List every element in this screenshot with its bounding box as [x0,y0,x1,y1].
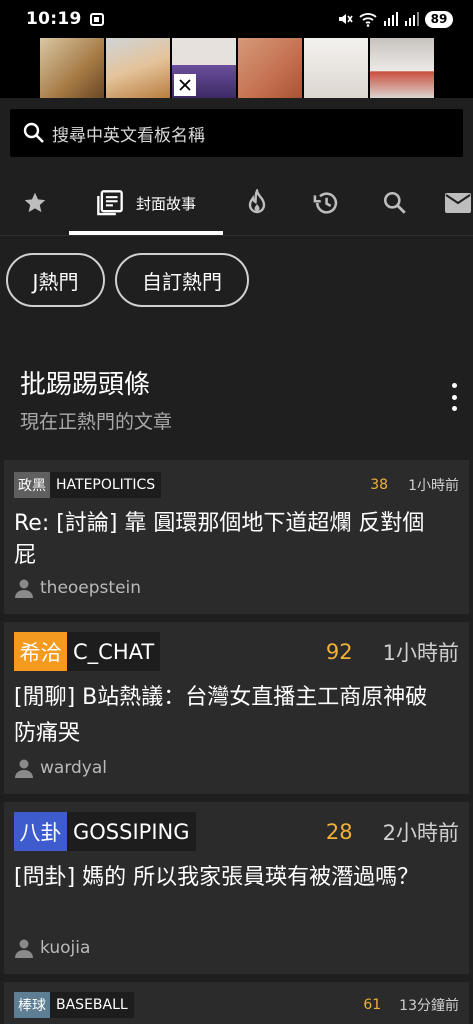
post-card[interactable]: 八卦 GOSSIPING 28 2小時前 [問卦] 媽的 所以我家張員瑛有被潛過… [4,802,469,974]
tab-search[interactable] [374,170,416,236]
author-row[interactable]: theoepstein [14,578,141,598]
tab-cover-story-label: 封面故事 [135,194,196,213]
ad-thumb-3[interactable] [171,38,236,98]
author-name: kuojia [40,938,91,958]
user-icon [15,579,33,598]
board-name[interactable]: GOSSIPING [67,812,196,851]
history-icon [313,192,338,214]
post-time: 13分鐘前 [399,998,459,1014]
board-badge: 政黑 [14,472,50,498]
ad-thumb-2[interactable] [105,38,170,98]
battery-icon: 89 [425,10,453,28]
notification-icon [89,12,104,26]
post-card[interactable]: 政黑 HATEPOLITICS 38 1小時前 Re: [討論] 靠 圓環那個地… [4,460,469,614]
status-time: 10:19 [26,9,82,29]
tab-mail[interactable] [444,170,473,236]
board-name[interactable]: HATEPOLITICS [50,472,162,498]
status-bar: 10:19 89 [0,0,473,38]
star-icon [24,192,46,213]
push-count: 61 [363,997,382,1013]
section-title: 批踢踢頭條 [20,370,151,400]
status-icons: 89 [337,10,453,28]
ad-thumb-4[interactable] [237,38,302,98]
push-count: 28 [325,819,353,844]
search-icon [23,122,44,143]
search-placeholder: 搜尋中英文看板名稱 [52,125,205,146]
push-count: 38 [370,477,389,493]
author-row[interactable]: kuojia [14,938,90,958]
board-name[interactable]: BASEBALL [50,992,134,1018]
post-title[interactable]: [閒聊] B站熱議：台灣女直播主工商原神破防痛哭 [14,680,445,752]
search-icon [383,191,406,214]
tab-cover-story[interactable]: 封面故事 [69,170,223,236]
mail-icon [445,193,471,213]
board-badge: 希洽 [14,632,67,671]
author-name: wardyal [40,758,108,778]
tab-bar: 封面故事 [0,170,473,236]
signal-icon-2 [405,12,419,26]
author-row[interactable]: wardyal [14,758,107,778]
tab-divider [0,235,473,236]
author-name: theoepstein [40,578,142,598]
wifi-icon [359,12,377,27]
post-time: 1小時前 [382,640,459,665]
post-card[interactable]: 希洽 C_CHAT 92 1小時前 [閒聊] B站熱議：台灣女直播主工商原神破防… [4,622,469,794]
post-card[interactable]: 棒球 BASEBALL 61 13分鐘前 [4,982,469,1024]
user-icon [15,759,33,778]
more-options-icon[interactable] [444,383,464,411]
ad-thumb-6[interactable] [369,38,434,98]
ad-banner[interactable] [0,38,473,98]
board-badge: 棒球 [14,992,50,1018]
push-count: 92 [325,639,353,664]
tab-hot[interactable] [236,170,278,236]
article-icon [97,190,123,216]
board-badge: 八卦 [14,812,67,851]
board-name[interactable]: C_CHAT [67,632,161,671]
post-time: 1小時前 [408,478,459,494]
tab-history[interactable] [305,170,347,236]
ad-thumb-5[interactable] [303,38,368,98]
section-subtitle: 現在正熱門的文章 [20,411,173,433]
close-icon[interactable] [173,74,196,96]
tab-favorites[interactable] [14,170,56,236]
fire-icon [248,189,266,214]
post-title[interactable]: [問卦] 媽的 所以我家張員瑛有被潛過嗎？ [14,860,445,896]
chip-custom-hot[interactable]: 自訂熱門 [115,253,249,307]
post-title[interactable]: Re: [討論] 靠 圓環那個地下道超爛 反對個屁 [14,508,445,572]
ad-thumb-1[interactable] [39,38,104,98]
board-search-input[interactable]: 搜尋中英文看板名稱 [10,109,463,157]
post-time: 2小時前 [382,820,459,845]
user-icon [15,939,33,958]
signal-icon [384,12,398,26]
mute-icon [339,14,353,24]
chip-j-hot[interactable]: J熱門 [6,253,105,307]
